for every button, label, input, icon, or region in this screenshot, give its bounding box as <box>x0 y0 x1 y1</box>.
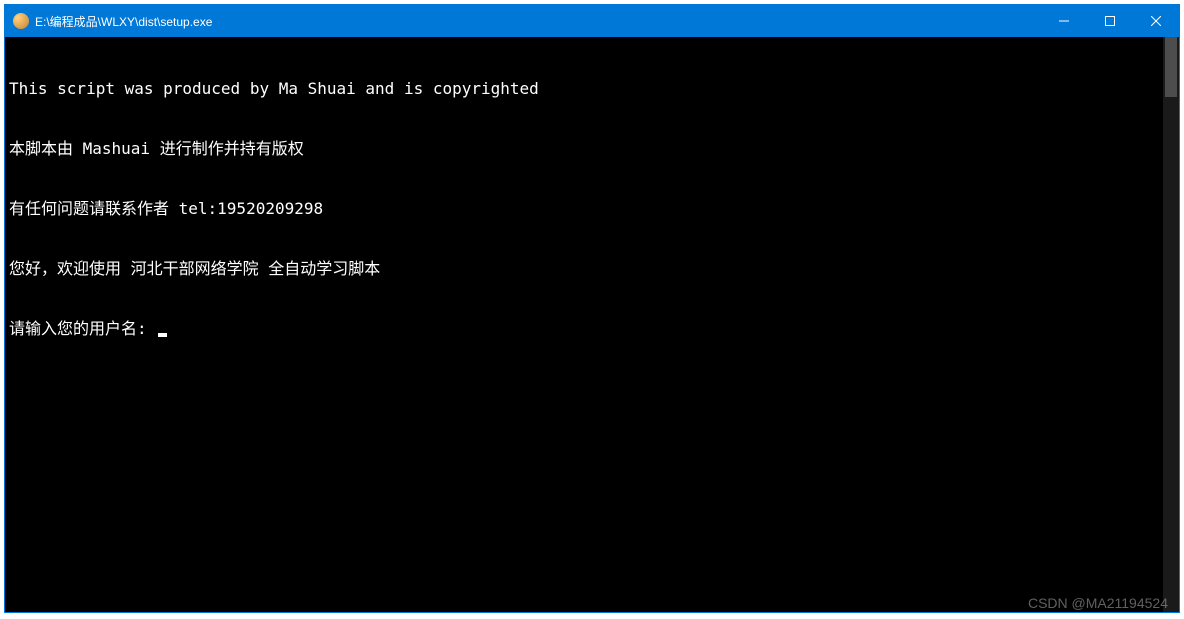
window-title: E:\编程成品\WLXY\dist\setup.exe <box>35 13 1041 30</box>
cursor-icon <box>158 333 167 337</box>
terminal-prompt: 请输入您的用户名: <box>9 319 156 338</box>
terminal-line: 您好，欢迎使用 河北干部网络学院 全自动学习脚本 <box>9 259 1159 279</box>
terminal-line: 本脚本由 Mashuai 进行制作并持有版权 <box>9 139 1159 159</box>
titlebar[interactable]: E:\编程成品\WLXY\dist\setup.exe <box>5 5 1179 37</box>
content-area: This script was produced by Ma Shuai and… <box>5 37 1179 612</box>
scrollbar-thumb[interactable] <box>1165 37 1177 97</box>
terminal-output[interactable]: This script was produced by Ma Shuai and… <box>5 37 1163 612</box>
terminal-line: This script was produced by Ma Shuai and… <box>9 79 1159 99</box>
console-window: E:\编程成品\WLXY\dist\setup.exe This script … <box>4 4 1180 613</box>
window-controls <box>1041 5 1179 37</box>
terminal-prompt-line: 请输入您的用户名: <box>9 319 1159 339</box>
maximize-icon <box>1105 16 1115 26</box>
close-icon <box>1151 16 1161 26</box>
minimize-icon <box>1059 16 1069 26</box>
maximize-button[interactable] <box>1087 5 1133 37</box>
close-button[interactable] <box>1133 5 1179 37</box>
app-icon <box>13 13 29 29</box>
terminal-line: 有任何问题请联系作者 tel:19520209298 <box>9 199 1159 219</box>
vertical-scrollbar[interactable] <box>1163 37 1179 612</box>
minimize-button[interactable] <box>1041 5 1087 37</box>
